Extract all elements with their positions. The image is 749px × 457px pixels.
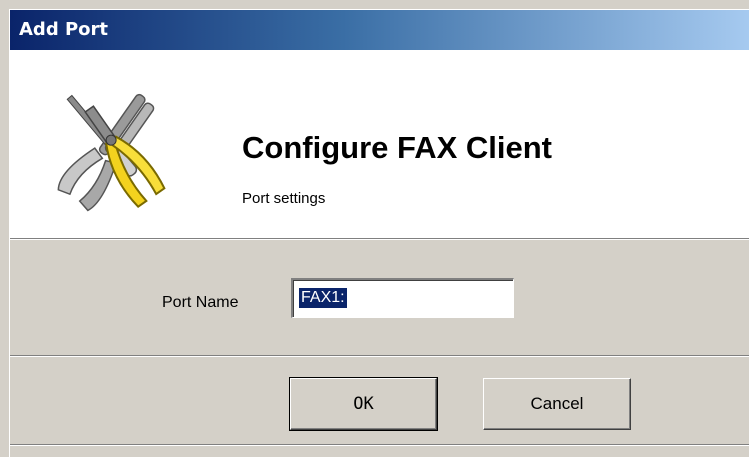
window-title: Add Port: [19, 19, 109, 40]
page-title: Configure FAX Client: [242, 130, 552, 165]
port-name-value: FAX1:: [299, 288, 347, 308]
divider: [10, 355, 749, 357]
page-subtitle: Port settings: [242, 190, 326, 207]
port-name-input[interactable]: FAX1:: [291, 278, 514, 318]
bottom-divider: [10, 444, 749, 446]
cancel-button[interactable]: Cancel: [483, 378, 631, 430]
banner-divider: [10, 239, 749, 240]
port-name-label: Port Name: [162, 294, 239, 311]
header-banner: Configure FAX Client Port settings: [10, 50, 749, 239]
ok-button[interactable]: OK: [289, 377, 438, 431]
tools-pliers-icon: [57, 93, 166, 212]
title-bar[interactable]: Add Port: [10, 10, 749, 50]
add-port-dialog: Add Port Configure FAX Client Port setti…: [9, 9, 749, 457]
